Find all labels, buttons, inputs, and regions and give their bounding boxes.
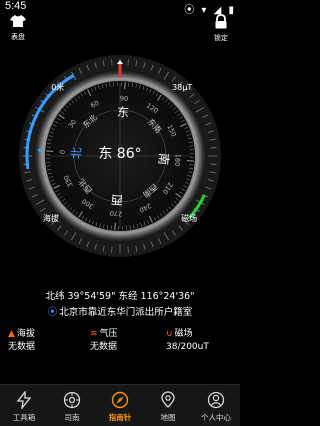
lock-icon (206, 14, 236, 33)
magnetic-label: 磁场 (181, 213, 197, 223)
dial-label: 表盘 (11, 33, 25, 41)
metric-pressure-title: 气压 (99, 329, 118, 339)
tab-toolbox-label: 工具箱 (12, 413, 36, 422)
outer-tick (111, 246, 113, 253)
tab-sinan[interactable]: 司南 (48, 385, 96, 426)
degree-label: 90 (120, 94, 129, 103)
address-text: 北京市靠近东华门派出所户籍室 (59, 307, 193, 318)
user-icon (207, 391, 225, 409)
altitude-label: 海拔 (43, 213, 59, 223)
dial-button[interactable]: 表盘 (3, 14, 33, 42)
status-bar: 5:45 ⦿ ▾ ◢ ▮ (0, 0, 240, 16)
tab-compass[interactable]: 指南针 (96, 385, 144, 426)
tab-map-label: 地图 (160, 413, 176, 422)
outer-tick (127, 59, 129, 66)
compass-dial[interactable]: 0米 38μT 海拔 磁场 0 30 60 90 120 150 180 210 240 270 300 33… (18, 54, 222, 258)
metric-pressure-value: 无数据 (90, 342, 118, 352)
tab-compass-label: 指南针 (108, 413, 132, 422)
lightning-icon (16, 391, 32, 409)
metric-pressure: ≋ 气压 无数据 (90, 328, 164, 356)
metric-magnetic-value: 38/200uT (166, 342, 209, 352)
label-west: 西 (110, 192, 123, 207)
coordinates-text: 北纬 39°54'59" 东经 116°24'36" (45, 291, 195, 302)
address-row: ⦿ 北京市靠近东华门派出所户籍室 (0, 304, 240, 318)
compass-center-text: 东 86° (98, 146, 142, 162)
location-icon: ⦿ (184, 5, 197, 16)
mountain-icon: ▲ (8, 329, 15, 339)
lock-button[interactable]: 锁定 (206, 14, 236, 42)
tab-sinan-label: 司南 (64, 413, 80, 422)
location-pin-icon: ⦿ (47, 307, 58, 318)
metric-altitude-value: 无数据 (8, 342, 36, 352)
outer-tick (111, 59, 113, 66)
metric-altitude-title: 海拔 (16, 329, 35, 339)
metric-magnetic-title: 磁场 (174, 329, 193, 339)
outer-tick (127, 246, 129, 253)
shirt-icon (3, 14, 33, 32)
pressure-icon: ≋ (90, 329, 98, 339)
magnetic-reading: 38μT (172, 83, 192, 92)
tab-profile[interactable]: 个人中心 (192, 385, 240, 426)
metrics-row: ▲ 海拔 无数据 ≋ 气压 无数据 ∪ 磁场 38/200uT (8, 328, 232, 356)
status-time: 5:45 (5, 0, 27, 12)
magnet-icon: ∪ (166, 329, 173, 339)
tab-map[interactable]: 地图 (144, 385, 192, 426)
map-pin-icon (161, 391, 175, 408)
bottom-tab-bar: 工具箱 司南 指南针 地图 个人中心 (0, 384, 240, 426)
label-east: 东 (117, 105, 130, 120)
compass-icon (111, 391, 129, 409)
lock-label: 锁定 (214, 34, 228, 42)
outer-tick (210, 163, 217, 165)
altitude-reading: 0米 (51, 82, 64, 92)
tab-profile-label: 个人中心 (201, 413, 231, 422)
degree-label: 270 (110, 209, 123, 218)
metric-altitude: ▲ 海拔 无数据 (8, 328, 82, 356)
heading-indicator (118, 64, 122, 78)
metric-magnetic: ∪ 磁场 38/200uT (166, 328, 240, 356)
tab-toolbox[interactable]: 工具箱 (0, 385, 48, 426)
outer-tick (23, 163, 30, 165)
sinan-icon (63, 391, 81, 409)
